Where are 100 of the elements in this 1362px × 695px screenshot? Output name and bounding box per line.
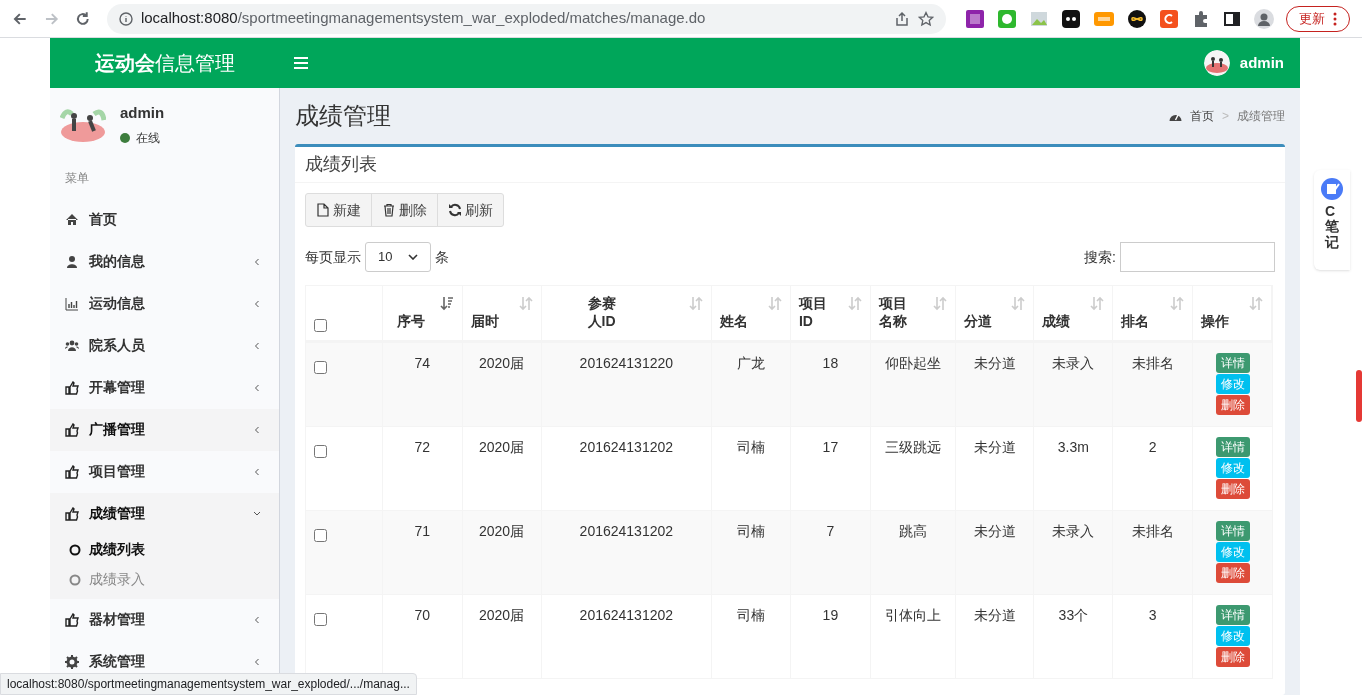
table-cell-text: 74 [414,354,431,373]
sidebar-item[interactable]: 我的信息 [50,240,279,283]
table-cell-text: 19 [822,606,839,625]
widget-label: C笔记 [1325,204,1339,251]
chevron-left-icon [253,657,261,666]
toolbar-button[interactable]: 删除 [371,193,438,227]
table-cell-text: 未录入 [1052,522,1095,541]
info-button[interactable]: 详情 [1215,353,1250,373]
table-cell-text: 司楠 [737,522,766,541]
chevron-left-icon [253,299,261,308]
table-cell-text: 未分道 [973,438,1016,457]
home-icon [65,212,79,227]
info-button[interactable]: 详情 [1215,605,1250,625]
chevron-left-icon [253,425,261,434]
sidebar-item[interactable]: 院系人员 [50,324,279,367]
sidebar-item[interactable]: 成绩管理 [50,492,279,535]
delete-button[interactable]: 删除 [1215,647,1250,667]
table-cell-text: 18 [822,354,839,373]
column-header[interactable]: 分道 [963,312,992,330]
toolbar-button[interactable]: 新建 [305,193,372,227]
notes-widget[interactable]: C笔记 [1314,170,1350,270]
breadcrumb-separator: > [1222,108,1229,125]
info-button[interactable]: 详情 [1215,437,1250,457]
column-header[interactable]: 项目ID [798,294,829,330]
circle-icon [69,543,81,556]
column-header[interactable]: 姓名 [720,312,749,330]
checkbox[interactable] [314,361,327,374]
file-icon [316,203,330,217]
chat-icon[interactable] [998,9,1016,28]
checkbox[interactable] [314,529,327,542]
infinity-icon[interactable] [1128,9,1146,28]
logo-text: 运动会信息管理 [94,51,236,76]
table-cell-text: 3.3m [1057,438,1089,457]
table-cell-text: 7 [826,522,835,541]
table-cell-text: 司楠 [737,438,766,457]
sidebar-item[interactable]: 项目管理 [50,450,279,493]
table-cell-text: 2 [1148,438,1157,457]
search-field[interactable] [1120,242,1275,272]
table-cell-text: 引体向上 [884,606,941,625]
user-name: admin [120,103,165,123]
toolbar-button[interactable]: 刷新 [437,193,504,227]
info-button[interactable]: 详情 [1215,521,1250,541]
sidepanel-icon[interactable] [1224,10,1240,27]
status-tooltip: localhost:8080/sportmeetingmanagementsystem_war_exploded/.../manag... [0,673,417,695]
table-cell-text: 未分道 [973,522,1016,541]
puzzle-icon[interactable] [1192,9,1210,28]
checkbox[interactable] [314,613,327,626]
sidebar-item[interactable]: 器材管理 [50,598,279,641]
column-header[interactable]: 排名 [1121,312,1150,330]
column-header[interactable]: 届时 [470,312,499,330]
breadcrumb-link[interactable]: 首页 [1190,107,1214,125]
page-size-unit: 条 [435,247,449,267]
table-cell-text: 未分道 [973,606,1016,625]
table-cell-text: 17 [822,438,839,457]
chevron-down-icon [408,254,418,260]
address-bar[interactable]: localhost:8080/sportmeetingmanagementsystem_war_exploded/matches/manage.do [106,3,946,34]
reload-icon[interactable] [75,10,91,27]
table-cell-text: 仰卧起坐 [884,354,941,373]
checkbox[interactable] [314,319,327,332]
table-cell-text: 未排名 [1131,522,1174,541]
users-icon [65,338,79,353]
column-header[interactable]: 序号 [396,312,425,330]
sidebar-item[interactable]: 首页 [50,198,279,241]
table-cell-text: 跳高 [898,522,927,541]
delete-button[interactable]: 删除 [1215,479,1250,499]
scrollbar-thumb[interactable] [1356,370,1362,422]
sidebar-item[interactable]: 开幕管理 [50,366,279,409]
table-cell-text: 3 [1148,606,1157,625]
chevron-left-icon [253,615,261,624]
table-cell-text: 201624131202 [579,522,674,541]
page-size-label: 每页显示 [305,247,361,267]
page-size-select[interactable]: 10 [365,242,431,272]
checkbox[interactable] [314,445,327,458]
page-title: 成绩管理 [295,101,391,131]
url-text: localhost:8080/sportmeetingmanagementsystem_war_exploded/matches/manage.do [140,8,706,29]
user-avatar[interactable] [1203,50,1230,76]
letter-c-icon[interactable] [1160,9,1178,28]
table-cell-text: 71 [414,522,431,541]
chevron-down-icon [253,509,261,518]
sidebar-item[interactable]: 运动信息 [50,282,279,325]
delete-button[interactable]: 删除 [1215,395,1250,415]
table-cell-text: 72 [414,438,431,457]
sidebar-item[interactable]: 广播管理 [50,408,279,451]
menu-icon[interactable] [294,57,308,69]
column-header[interactable]: 成绩 [1042,312,1071,330]
refresh-icon [448,203,462,217]
column-header[interactable]: 项目名称 [878,294,909,330]
submenu-item[interactable]: 成绩列表 [50,534,279,565]
profile-icon[interactable] [1254,8,1274,29]
status-text: 在线 [136,129,160,147]
share-icon[interactable] [894,10,910,27]
column-header[interactable]: 操作 [1201,312,1230,330]
circle-icon [69,573,81,586]
table-cell-text: 未分道 [973,354,1016,373]
column-header[interactable]: 参赛人ID [587,294,618,330]
table-cell-text: 33个 [1058,606,1089,625]
delete-button[interactable]: 删除 [1215,563,1250,583]
user-icon [65,254,79,269]
star-icon[interactable] [918,10,934,27]
menu-header: 菜单 [64,169,90,187]
